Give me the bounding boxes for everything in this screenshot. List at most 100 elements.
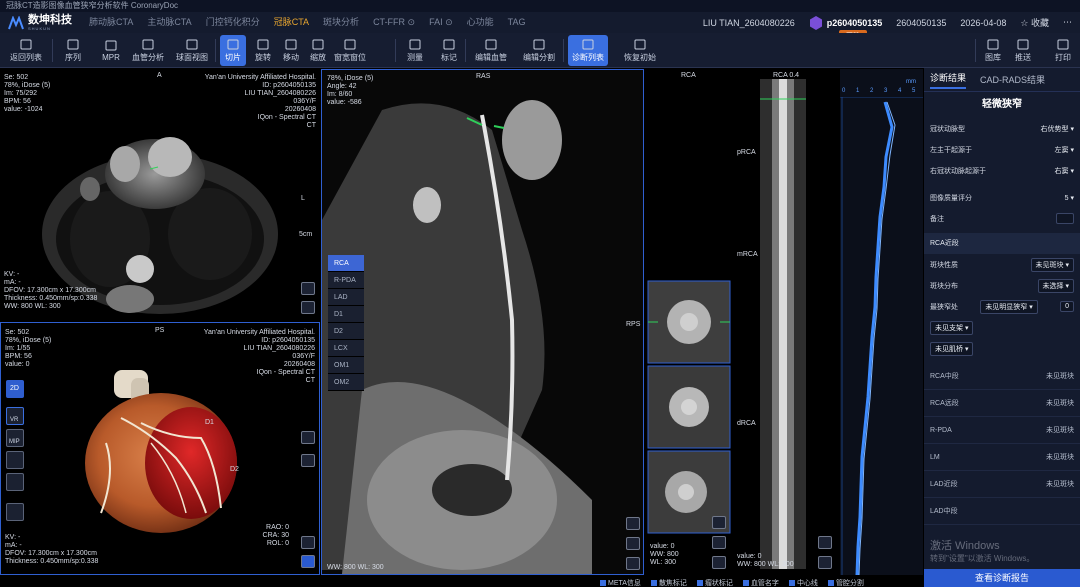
- status-toggle[interactable]: 中心线: [788, 578, 818, 587]
- status-toggle-label: META信息: [608, 579, 641, 587]
- patient-pill[interactable]: p2604050135: [809, 15, 882, 30]
- status-toggle[interactable]: META信息: [600, 578, 641, 587]
- toolbar-button-11[interactable]: 标记: [436, 35, 462, 66]
- cross-section-viewport[interactable]: RCA value: 0 WW: 800 WL: 300: [646, 69, 732, 575]
- vessel-item-rca[interactable]: RCA: [328, 255, 364, 272]
- nav-tab-2[interactable]: 门控钙化积分: [199, 12, 267, 33]
- view-mip-button[interactable]: MIP: [6, 429, 24, 447]
- nav-tab-7[interactable]: 心功能: [460, 12, 501, 33]
- nav-tab-6[interactable]: FAI ⊙: [422, 12, 460, 33]
- view-report-button[interactable]: 查看诊断报告: [924, 569, 1080, 587]
- toolbar-button-12[interactable]: 编辑血管: [471, 35, 511, 66]
- view-vr-button[interactable]: VR: [6, 407, 24, 425]
- toolbar-button-13[interactable]: 编辑分割: [519, 35, 559, 66]
- view-option-4-button[interactable]: [6, 451, 24, 469]
- axial-print-button[interactable]: [301, 301, 315, 314]
- note-input[interactable]: [1056, 213, 1074, 224]
- diagnosis-row-select[interactable]: 右优势型 ▾: [1041, 124, 1074, 134]
- diagnosis-row-select[interactable]: 左窦 ▾: [1055, 145, 1074, 155]
- view-mip-label: MIP: [9, 439, 20, 445]
- plaque-distribution-select[interactable]: 未选择 ▾: [1037, 278, 1074, 293]
- nav-tab-1[interactable]: 主动脉CTA: [140, 12, 198, 33]
- vr-text-button[interactable]: [301, 431, 315, 444]
- axial-viewport[interactable]: Se: 502 78%, iDose (5) Im: 75/292 BPM: 56 va…: [0, 69, 320, 320]
- straightened-viewport[interactable]: RCA 0.4 pRCA mRCA dRCA value: 0 WW: 800 W…: [734, 69, 838, 575]
- vessel-item-lad[interactable]: LAD: [328, 289, 364, 306]
- diagnosis-row-select[interactable]: 右窦 ▾: [1055, 166, 1074, 176]
- stenosis-label: 最狭窄处: [930, 303, 958, 311]
- quality-select[interactable]: 5 ▾: [1065, 194, 1074, 202]
- status-toggle[interactable]: 管腔分割: [827, 578, 864, 587]
- plaque-nature-select[interactable]: 未见斑块 ▾: [1030, 257, 1074, 272]
- toolbar-button-18[interactable]: 打印: [1050, 35, 1076, 66]
- view-option-6-button[interactable]: [6, 503, 24, 521]
- toolbar-button-8[interactable]: 缩放: [305, 35, 331, 66]
- segment-prca: pRCA: [737, 149, 756, 156]
- edit-vessel-icon: [485, 39, 497, 50]
- nav-tab-5[interactable]: CT-FFR ⊙: [366, 12, 422, 33]
- straightened-print-button[interactable]: [818, 556, 832, 569]
- tab-diagnosis-result[interactable]: 诊断结果: [930, 71, 967, 89]
- straightened-share-button[interactable]: [818, 536, 832, 549]
- cross-screenshot-button[interactable]: [712, 516, 726, 529]
- vessel-item-d1[interactable]: D1: [328, 306, 364, 323]
- more-icon[interactable]: ⋯: [1063, 17, 1072, 28]
- vessel-item-om2[interactable]: OM2: [328, 374, 364, 391]
- straightened-bottom-info: value: 0 WW: 800 WL: 300: [737, 553, 794, 569]
- vessel-item-om1[interactable]: OM1: [328, 357, 364, 374]
- vessel-item-d2[interactable]: D2: [328, 323, 364, 340]
- cpr-screenshot-button[interactable]: [626, 517, 640, 530]
- axial-share-button[interactable]: [301, 282, 315, 295]
- cross-share-button[interactable]: [712, 536, 726, 549]
- brand-mark-icon: [8, 16, 24, 30]
- cpr-share-button[interactable]: [626, 537, 640, 550]
- segment-item[interactable]: LAD近段 未见斑块: [924, 471, 1080, 498]
- toolbar-button-6[interactable]: 旋转: [250, 35, 276, 66]
- view-option-5-button[interactable]: [6, 473, 24, 491]
- vr-share-button[interactable]: [301, 536, 315, 549]
- vessel-item-r-pda[interactable]: R-PDA: [328, 272, 364, 289]
- toolbar-button-5[interactable]: 切片: [220, 35, 246, 66]
- segment-section-header[interactable]: RCA近段: [924, 233, 1080, 254]
- view-2d-button[interactable]: 2D: [6, 380, 24, 398]
- segment-item[interactable]: LAD中段: [924, 498, 1080, 525]
- cpr-viewport[interactable]: 78%, iDose (5) Angle: 42 Im: 8/60 value: -5…: [321, 69, 644, 575]
- cpr-print-button[interactable]: [626, 557, 640, 570]
- toolbar-button-16[interactable]: 图库: [980, 35, 1006, 66]
- nav-tab-8[interactable]: TAG: [501, 12, 533, 33]
- status-toggle[interactable]: 瘤状标记: [696, 578, 733, 587]
- vr-cut-button[interactable]: [301, 454, 315, 467]
- tab-cad-rads[interactable]: CAD-RADS结果: [980, 73, 1045, 86]
- toolbar-button-4[interactable]: 球面视图: [172, 35, 212, 66]
- segment-item[interactable]: RCA中段 未见斑块: [924, 363, 1080, 390]
- stent-select[interactable]: 未见支架 ▾: [930, 320, 974, 335]
- vr-print-button[interactable]: [301, 555, 315, 568]
- toolbar-button-17[interactable]: 推送: [1010, 35, 1036, 66]
- nav-tab-4[interactable]: 斑块分析: [316, 12, 366, 33]
- toolbar-button-0[interactable]: 返回列表: [6, 35, 46, 66]
- segment-item[interactable]: R-PDA 未见斑块: [924, 417, 1080, 444]
- stenosis-select[interactable]: 未见明显狭窄 ▾: [980, 299, 1038, 314]
- favorite-button[interactable]: ☆ 收藏: [1020, 16, 1049, 29]
- toolbar-button-7[interactable]: 移动: [278, 35, 304, 66]
- toolbar-button-9[interactable]: 窗宽窗位: [330, 35, 370, 66]
- nav-tab-3[interactable]: 冠脉CTA: [267, 12, 316, 33]
- cross-print-button[interactable]: [712, 556, 726, 569]
- info-line: 20260408: [283, 361, 315, 368]
- nav-tab-0[interactable]: 肺动脉CTA: [82, 12, 140, 33]
- toolbar-button-1[interactable]: 序列: [60, 35, 86, 66]
- toolbar-button-3[interactable]: 血管分析: [128, 35, 168, 66]
- stenosis-number-input[interactable]: 0: [1060, 301, 1074, 312]
- segment-item[interactable]: RCA远段 未见斑块: [924, 390, 1080, 417]
- segment-item[interactable]: LM 未见斑块: [924, 444, 1080, 471]
- toolbar-button-14[interactable]: 诊断列表: [568, 35, 608, 66]
- toolbar-button-15[interactable]: 恢复初始: [620, 35, 660, 66]
- status-toggle[interactable]: 散焦标记: [650, 578, 687, 587]
- status-toggle[interactable]: 血管名字: [742, 578, 779, 587]
- vessel-item-lcx[interactable]: LCX: [328, 340, 364, 357]
- diameter-graph[interactable]: mm 0 1 2 3 4 5: [840, 69, 923, 575]
- vr-viewport[interactable]: Se: 502 78%, iDose (5) Im: 1/55 BPM: 56 valu…: [0, 322, 320, 575]
- muscle-bridge-select[interactable]: 未见肌桥 ▾: [930, 341, 974, 356]
- toolbar-button-2[interactable]: MPR: [98, 35, 124, 66]
- toolbar-button-10[interactable]: 测量: [402, 35, 428, 66]
